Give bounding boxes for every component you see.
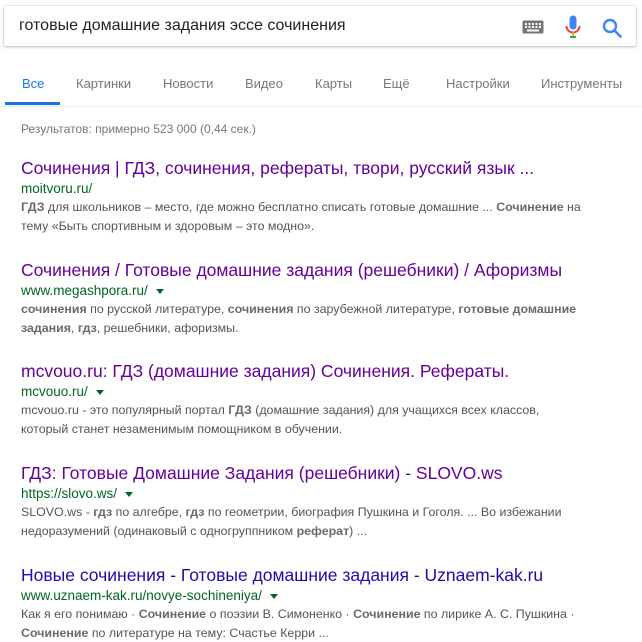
search-result: ГДЗ: Готовые Домашние Задания (решебники… bbox=[21, 462, 621, 541]
result-snippet: сочинения по русской литературе, сочинен… bbox=[21, 300, 621, 338]
snippet-text: о поэзии В. Симоненко · bbox=[206, 607, 354, 621]
result-url-line: www.megashpora.ru/ bbox=[21, 281, 621, 299]
search-input[interactable]: готовые домашние задания эссе сочинения bbox=[19, 17, 346, 35]
result-title[interactable]: mcvouo.ru: ГДЗ (домашние задания) Сочине… bbox=[21, 360, 621, 382]
snippet-line: Как я его понимаю · Сочинение о поэзии В… bbox=[21, 605, 621, 624]
result-url-line: https://slovo.ws/ bbox=[21, 484, 621, 502]
chevron-down-icon[interactable] bbox=[155, 288, 164, 294]
snippet-line: который станет незаменимым помощником в … bbox=[21, 420, 621, 439]
snippet-text: по геометрии, биография Пушкина и Гоголя… bbox=[204, 505, 562, 519]
keyboard-icon[interactable] bbox=[522, 20, 544, 34]
search-bar[interactable]: готовые домашние задания эссе сочинения bbox=[4, 6, 636, 46]
snippet-highlight: Сочинение bbox=[21, 626, 89, 640]
search-icon[interactable] bbox=[602, 18, 622, 38]
snippet-highlight: сочинения bbox=[227, 302, 294, 316]
snippet-highlight: Сочинение bbox=[138, 607, 207, 621]
snippet-highlight: ГДЗ bbox=[21, 200, 45, 214]
chevron-down-icon[interactable] bbox=[269, 593, 278, 599]
snippet-highlight: гдз bbox=[93, 505, 113, 519]
snippet-line: задания, гдз, решебники, афоризмы. bbox=[21, 319, 621, 338]
tab-videos[interactable]: Видео bbox=[245, 76, 283, 91]
tab-news[interactable]: Новости bbox=[163, 76, 213, 91]
chevron-down-icon[interactable] bbox=[125, 491, 134, 497]
snippet-text: тему «Быть спортивным и здоровым – это м… bbox=[21, 219, 315, 233]
snippet-highlight: ГДЗ bbox=[228, 403, 252, 417]
tab-all[interactable]: Все bbox=[22, 76, 44, 91]
snippet-text: по литературе на тему: Счастье Керри ... bbox=[88, 626, 329, 640]
snippet-highlight: задания bbox=[21, 321, 71, 335]
search-result: mcvouo.ru: ГДЗ (домашние задания) Сочине… bbox=[21, 360, 621, 439]
snippet-text: Как я его понимаю · bbox=[21, 607, 139, 621]
snippet-line: Сочинение по литературе на тему: Счастье… bbox=[21, 624, 621, 642]
snippet-text: недоразумений (одинаковый с одногруппник… bbox=[21, 524, 297, 538]
chevron-down-icon[interactable] bbox=[95, 389, 104, 395]
search-result: Сочинения / Готовые домашние задания (ре… bbox=[21, 259, 621, 338]
snippet-highlight: Сочинение bbox=[496, 200, 564, 214]
tab-images[interactable]: Картинки bbox=[76, 76, 131, 91]
snippet-text: по зарубежной литературе, bbox=[293, 302, 459, 316]
result-snippet: mcvouo.ru - это популярный портал ГДЗ (д… bbox=[21, 401, 621, 439]
snippet-text: по лирике А. С. Пушкина · bbox=[420, 607, 575, 621]
result-snippet: ГДЗ для школьников – место, где можно бе… bbox=[21, 198, 621, 236]
result-url-line: moitvoru.ru/ bbox=[21, 179, 621, 197]
snippet-highlight: гдз bbox=[77, 321, 97, 335]
snippet-highlight: реферат bbox=[296, 524, 350, 538]
snippet-text: на bbox=[563, 200, 581, 214]
snippet-text: mcvouo.ru - это популярный портал bbox=[21, 403, 229, 417]
result-title[interactable]: Сочинения / Готовые домашние задания (ре… bbox=[21, 259, 621, 281]
result-url-line: www.uznaem-kak.ru/novye-sochineniya/ bbox=[21, 586, 621, 604]
snippet-line: SLOVO.ws - гдз по алгебре, гдз по геомет… bbox=[21, 503, 621, 522]
snippet-text: SLOVO.ws - bbox=[21, 505, 94, 519]
snippet-highlight: сочинения bbox=[21, 302, 87, 316]
result-snippet: Как я его понимаю · Сочинение о поэзии В… bbox=[21, 605, 621, 642]
tab-tools[interactable]: Инструменты bbox=[541, 76, 622, 91]
snippet-text: ) ... bbox=[349, 524, 368, 538]
snippet-text: по алгебре, bbox=[112, 505, 186, 519]
snippet-line: недоразумений (одинаковый с одногруппник… bbox=[21, 522, 621, 541]
tab-maps[interactable]: Карты bbox=[315, 76, 352, 91]
snippet-text: (домашние задания) для учащихся всех кла… bbox=[251, 403, 540, 417]
snippet-text: который станет незаменимым помощником в … bbox=[21, 422, 343, 436]
snippet-line: тему «Быть спортивным и здоровым – это м… bbox=[21, 217, 621, 236]
result-snippet: SLOVO.ws - гдз по алгебре, гдз по геомет… bbox=[21, 503, 621, 541]
result-url: www.megashpora.ru/ bbox=[21, 282, 148, 298]
result-url: mcvouo.ru/ bbox=[21, 383, 88, 399]
result-stats: Результатов: примерно 523 000 (0,44 сек.… bbox=[21, 122, 256, 136]
result-url: moitvoru.ru/ bbox=[21, 180, 93, 196]
snippet-highlight: готовые домашние bbox=[458, 302, 577, 316]
search-result: Сочинения | ГДЗ, сочинения, рефераты, тв… bbox=[21, 157, 621, 236]
tab-more[interactable]: Ещё bbox=[383, 76, 410, 91]
snippet-text: для школьников – место, где можно беспла… bbox=[44, 200, 497, 214]
search-tabs: Все Картинки Новости Видео Карты Ещё Нас… bbox=[0, 62, 642, 107]
result-url: www.uznaem-kak.ru/novye-sochineniya/ bbox=[21, 587, 262, 603]
snippet-text: , bbox=[70, 321, 78, 335]
active-tab-indicator bbox=[5, 102, 60, 105]
tab-settings[interactable]: Настройки bbox=[446, 76, 510, 91]
snippet-line: mcvouo.ru - это популярный портал ГДЗ (д… bbox=[21, 401, 621, 420]
snippet-text: , решебники, афоризмы. bbox=[96, 321, 239, 335]
search-result: Новые сочинения - Готовые домашние задан… bbox=[21, 564, 621, 642]
snippet-line: ГДЗ для школьников – место, где можно бе… bbox=[21, 198, 621, 217]
result-url: https://slovo.ws/ bbox=[21, 485, 118, 501]
result-title[interactable]: Сочинения | ГДЗ, сочинения, рефераты, тв… bbox=[21, 157, 621, 179]
snippet-highlight: Сочинение bbox=[353, 607, 421, 621]
result-title[interactable]: ГДЗ: Готовые Домашние Задания (решебники… bbox=[21, 462, 621, 484]
snippet-text: по русской литературе, bbox=[86, 302, 228, 316]
snippet-highlight: гдз bbox=[185, 505, 205, 519]
result-url-line: mcvouo.ru/ bbox=[21, 382, 621, 400]
snippet-line: сочинения по русской литературе, сочинен… bbox=[21, 300, 621, 319]
result-title[interactable]: Новые сочинения - Готовые домашние задан… bbox=[21, 564, 621, 586]
microphone-icon[interactable] bbox=[565, 15, 581, 39]
